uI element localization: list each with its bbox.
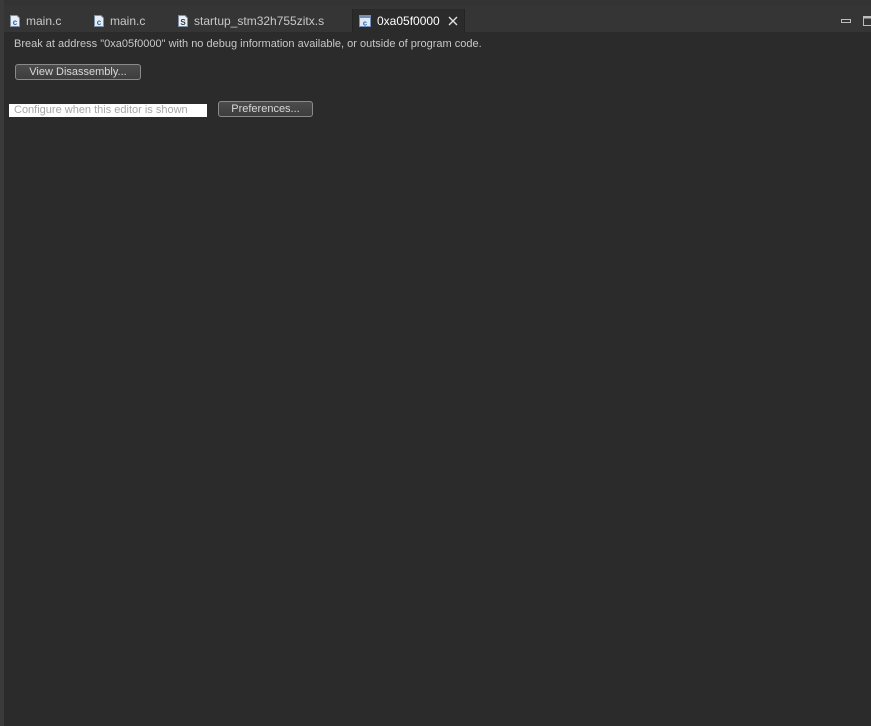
svg-text:c: c — [363, 18, 367, 27]
svg-text:c: c — [97, 18, 102, 27]
maximize-icon[interactable] — [863, 16, 871, 26]
tab-main-c-2[interactable]: c main.c — [94, 9, 145, 32]
tab-0xa05f0000[interactable]: c 0xa05f0000 — [352, 9, 465, 32]
close-icon[interactable] — [448, 16, 458, 26]
c-editor-icon: c — [359, 14, 371, 27]
tab-label: main.c — [110, 13, 146, 28]
c-source-file-icon: c — [94, 14, 104, 27]
tab-label: main.c — [26, 13, 62, 28]
minimize-icon[interactable] — [841, 16, 851, 26]
tab-startup-stm32h755zitx-s[interactable]: S startup_stm32h755zitx.s — [178, 9, 324, 32]
svg-text:S: S — [180, 18, 186, 27]
view-disassembly-button[interactable]: View Disassembly... — [15, 64, 141, 80]
assembly-file-icon: S — [178, 14, 188, 27]
configure-editor-link[interactable]: Configure when this editor is shown — [9, 104, 207, 117]
editor-tab-bar: c main.c c main.c S startup_stm32h755zit… — [4, 6, 871, 33]
editor-content-area: Break at address "0xa05f0000" with no de… — [4, 33, 871, 726]
debug-info-message: Break at address "0xa05f0000" with no de… — [14, 38, 482, 50]
tab-label: startup_stm32h755zitx.s — [194, 13, 325, 28]
tab-main-c-1[interactable]: c main.c — [10, 9, 61, 32]
tab-label: 0xa05f0000 — [377, 13, 440, 28]
c-source-file-icon: c — [10, 14, 20, 27]
preferences-button[interactable]: Preferences... — [218, 101, 313, 117]
svg-text:c: c — [13, 18, 18, 27]
